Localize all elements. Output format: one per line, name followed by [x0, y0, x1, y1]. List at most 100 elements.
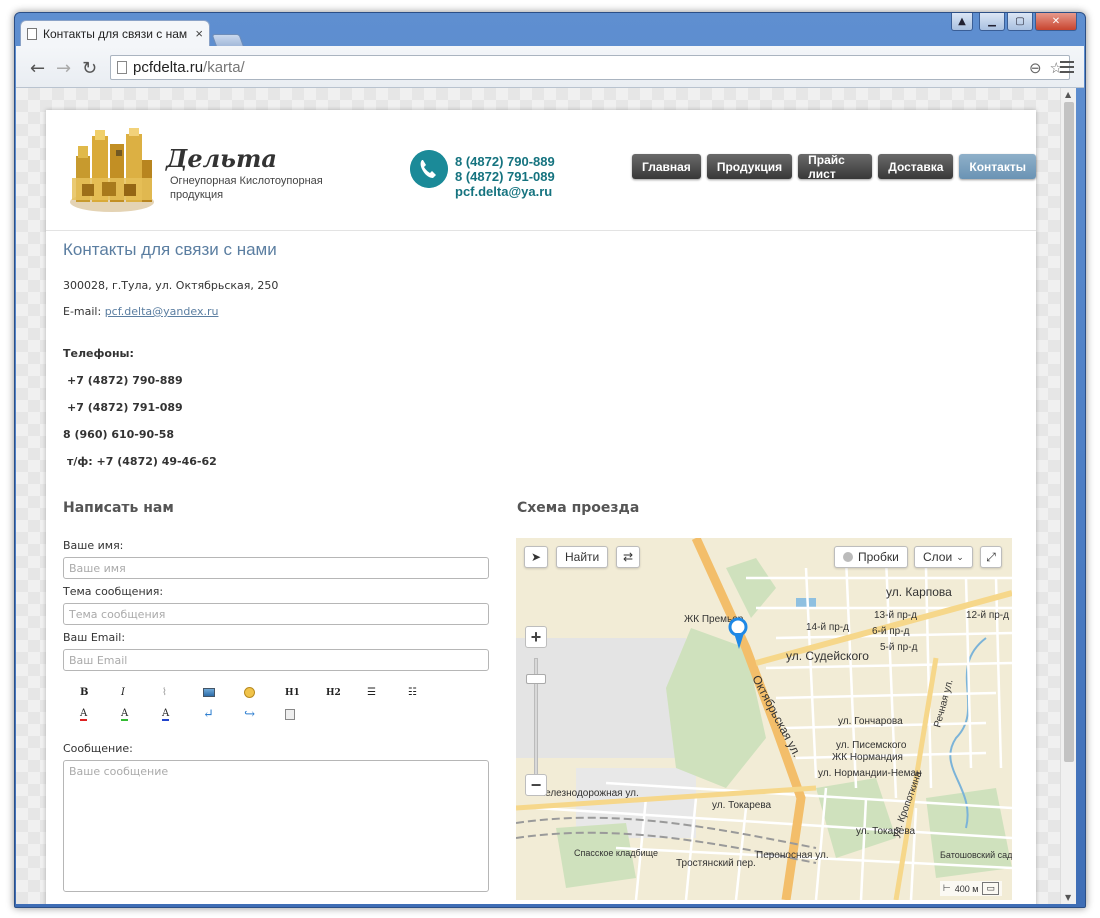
- scale-bar-icon: ⊢: [942, 883, 951, 893]
- logo-image: [70, 128, 154, 212]
- font-color-button[interactable]: A: [80, 708, 121, 721]
- subject-input[interactable]: [63, 603, 489, 625]
- url-host: pcfdelta.ru: [133, 59, 204, 76]
- header-divider: [46, 230, 1036, 231]
- map-poi-label: Батошовский сад: [940, 850, 1012, 860]
- header-email[interactable]: pcf.delta@ya.ru: [455, 184, 555, 199]
- map-street-label: 12-й пр-д: [966, 610, 1009, 621]
- bold-icon: B: [80, 687, 89, 698]
- nav-products[interactable]: Продукция: [706, 154, 793, 179]
- nav-price-list[interactable]: Прайс лист: [798, 153, 873, 181]
- ruler-icon[interactable]: ▭: [982, 882, 999, 895]
- chevron-down-icon: ⌄: [956, 551, 964, 562]
- message-textarea[interactable]: [63, 760, 489, 892]
- bg-color-button[interactable]: A: [162, 708, 203, 721]
- scroll-down-icon[interactable]: ▼: [1065, 893, 1071, 902]
- form-heading: Написать нам: [63, 500, 174, 516]
- document-icon: [285, 709, 295, 720]
- link-button[interactable]: ⌇: [162, 686, 203, 699]
- image-button[interactable]: [203, 686, 244, 699]
- bold-button[interactable]: B: [80, 686, 121, 699]
- name-input[interactable]: [63, 557, 489, 579]
- header-phone-1: 8 (4872) 790-889: [455, 154, 555, 169]
- expand-icon: ⤢: [986, 549, 996, 564]
- minimize-button[interactable]: ▁: [979, 13, 1005, 31]
- map-street-label: 5-й пр-д: [880, 642, 918, 653]
- email-field[interactable]: [63, 649, 489, 671]
- phone-item: 8 (960) 610-90-58: [63, 428, 175, 441]
- traffic-button[interactable]: Пробки: [834, 546, 908, 568]
- email-label: E-mail:: [63, 305, 102, 318]
- route-button[interactable]: ⇄: [616, 546, 640, 568]
- nav-delivery[interactable]: Доставка: [878, 154, 954, 179]
- email-field-label: Ваш Email:: [63, 631, 126, 644]
- map-search-button[interactable]: Найти: [556, 546, 609, 568]
- italic-button[interactable]: I: [121, 686, 162, 699]
- map-street-label: Железнодорожная ул.: [536, 788, 639, 799]
- url-path: /karta/: [203, 59, 245, 76]
- close-window-button[interactable]: ✕: [1035, 13, 1077, 31]
- bullet-list-button[interactable]: ☰: [367, 686, 408, 699]
- menu-icon[interactable]: [1060, 61, 1074, 76]
- header-phone-2: 8 (4872) 791-089: [455, 169, 555, 184]
- image-icon: [203, 688, 215, 697]
- map-street-label: ул. Писемского: [836, 740, 907, 751]
- subject-label: Тема сообщения:: [63, 585, 164, 598]
- italic-icon: I: [121, 687, 125, 698]
- zoom-in-button[interactable]: +: [525, 626, 547, 648]
- redo-icon: ↪: [244, 707, 255, 722]
- map-street-label: ул. Гончарова: [838, 716, 903, 727]
- map-street-label: Тростянский пер.: [676, 858, 756, 869]
- layers-button[interactable]: Слои ⌄: [914, 546, 973, 568]
- scrollbar-thumb[interactable]: [1064, 102, 1074, 762]
- redo-button[interactable]: ↪: [244, 707, 285, 722]
- email-link[interactable]: pcf.delta@yandex.ru: [105, 305, 219, 318]
- map-street-label: 14-й пр-д: [806, 622, 849, 633]
- numbered-list-button[interactable]: ☷: [408, 686, 449, 699]
- browser-toolbar: ← → ↻ pcfdelta.ru/karta/ ⊖ ☆: [16, 46, 1084, 88]
- back-icon[interactable]: ←: [30, 58, 45, 79]
- page-title: Контакты для связи с нами: [63, 240, 277, 259]
- map[interactable]: ул. Карпова ул. Судейского Октябрьская у…: [516, 538, 1012, 900]
- forward-icon[interactable]: →: [56, 58, 71, 79]
- h2-icon: H2: [326, 687, 341, 698]
- zoom-slider-handle[interactable]: [526, 674, 546, 684]
- bg-color-icon: A: [162, 707, 170, 721]
- map-scale: ⊢ 400 м ▭: [939, 881, 1002, 896]
- h1-button[interactable]: H1: [285, 686, 326, 699]
- traffic-label: Пробки: [858, 550, 899, 564]
- traffic-icon: [843, 552, 853, 562]
- profile-icon[interactable]: ▲: [951, 13, 973, 31]
- phone-item: +7 (4872) 791-089: [67, 401, 183, 414]
- geolocation-button[interactable]: ➤: [524, 546, 548, 568]
- maximize-button[interactable]: ▢: [1007, 13, 1033, 31]
- h2-button[interactable]: H2: [326, 686, 367, 699]
- layers-label: Слои: [923, 550, 953, 564]
- page-viewport: Дельта Огнеупорная Кислотоупорная продук…: [16, 88, 1060, 904]
- nav-home[interactable]: Главная: [632, 154, 701, 179]
- phones-heading: Телефоны:: [63, 347, 134, 360]
- undo-button[interactable]: ↵: [203, 707, 244, 722]
- highlight-button[interactable]: A: [121, 708, 162, 721]
- map-street-label: 13-й пр-д: [874, 610, 917, 621]
- fax-item: т/ф: +7 (4872) 49-46-62: [67, 455, 217, 468]
- paperclip-icon: ⌇: [162, 687, 167, 698]
- vertical-scrollbar[interactable]: ▲ ▼: [1060, 88, 1076, 904]
- zoom-out-button[interactable]: −: [525, 774, 547, 796]
- smiley-button[interactable]: [244, 686, 285, 699]
- address-bar[interactable]: pcfdelta.ru/karta/ ⊖ ☆: [110, 55, 1070, 80]
- location-arrow-icon: ➤: [530, 550, 542, 564]
- reload-icon[interactable]: ↻: [82, 58, 97, 79]
- source-button[interactable]: [285, 708, 326, 721]
- map-poi-label: ЖК Нормандия: [832, 752, 903, 763]
- scroll-up-icon[interactable]: ▲: [1065, 90, 1071, 99]
- zoom-icon[interactable]: ⊖: [1029, 59, 1042, 77]
- name-label: Ваше имя:: [63, 539, 124, 552]
- nav-contacts[interactable]: Контакты: [959, 154, 1036, 179]
- close-tab-icon[interactable]: ×: [195, 26, 203, 41]
- page-container: Дельта Огнеупорная Кислотоупорная продук…: [46, 110, 1036, 904]
- fullscreen-button[interactable]: ⤢: [980, 546, 1002, 568]
- map-street-label: Переносная ул.: [756, 850, 829, 861]
- map-canvas[interactable]: ул. Карпова ул. Судейского Октябрьская у…: [516, 538, 1012, 900]
- browser-tab[interactable]: Контакты для связи с нам ×: [20, 20, 210, 46]
